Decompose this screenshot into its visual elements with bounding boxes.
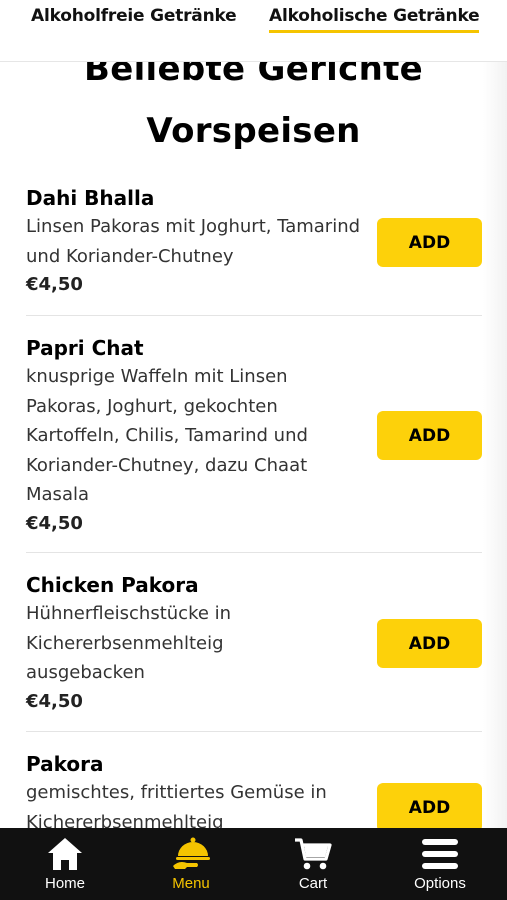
item-description: knusprige Waffeln mit Linsen Pakoras, Jo… (26, 366, 308, 505)
menu-item: Pakora gemischtes, frittiertes Gemüse in… (26, 750, 482, 837)
nav-options-label: Options (414, 875, 466, 892)
divider (26, 552, 482, 553)
divider (26, 315, 482, 316)
section-heading: Vorspeisen (146, 111, 361, 151)
tab-alkoholfreie-getraenke[interactable]: Alkoholfreie Getränke (31, 6, 237, 30)
item-name: Chicken Pakora (26, 573, 199, 597)
nav-cart[interactable]: Cart (250, 828, 376, 900)
add-button[interactable]: ADD (377, 619, 482, 668)
nav-menu[interactable]: Menu (128, 828, 254, 900)
item-price: €4,50 (26, 274, 83, 295)
item-name: Dahi Bhalla (26, 186, 155, 210)
scroll-edge-shadow (483, 62, 507, 828)
cart-icon (295, 838, 332, 870)
tab-alkoholische-getraenke[interactable]: Alkoholische Getränke (269, 6, 480, 33)
add-button[interactable]: ADD (377, 783, 482, 832)
item-description: Hühnerfleischstücke in Kichererbsenmehlt… (26, 603, 232, 683)
add-button[interactable]: ADD (377, 411, 482, 460)
menu-item: Dahi Bhalla Linsen Pakoras mit Joghurt, … (26, 184, 482, 299)
home-icon (48, 838, 82, 870)
item-price: €4,50 (26, 512, 83, 534)
nav-home[interactable]: Home (2, 828, 128, 900)
nav-home-label: Home (44, 875, 85, 892)
item-price: €4,50 (26, 690, 83, 712)
category-tab-bar: s Alkoholfreie Getränke Alkoholische Get… (0, 0, 507, 62)
nav-cart-label: Cart (298, 875, 328, 892)
nav-menu-label: Menu (172, 875, 210, 892)
item-description: Linsen Pakoras mit Joghurt, Tamarind und… (26, 216, 361, 267)
item-name: Papri Chat (26, 336, 144, 360)
bottom-navigation: Home Menu Cart Options (0, 828, 507, 900)
item-name: Pakora (26, 752, 104, 776)
add-button[interactable]: ADD (377, 218, 482, 267)
menu-item: Papri Chat knusprige Waffeln mit Linsen … (26, 334, 482, 538)
hamburger-icon (422, 839, 458, 869)
menu-item: Chicken Pakora Hühnerfleischstücke in Ki… (26, 571, 482, 716)
divider (26, 731, 482, 732)
nav-options[interactable]: Options (377, 828, 503, 900)
menu-dish-icon (173, 837, 210, 869)
